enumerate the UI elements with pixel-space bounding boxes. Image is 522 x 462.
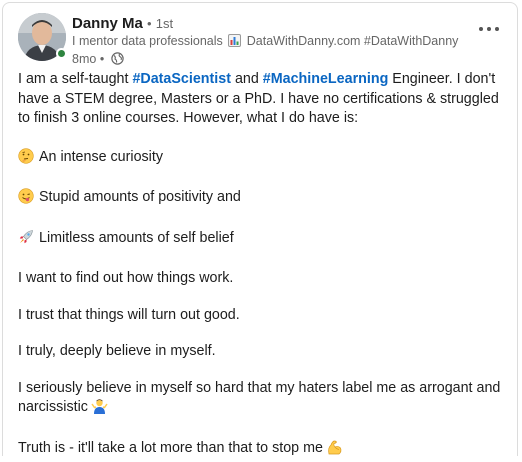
person-shrugging-emoji xyxy=(91,398,108,422)
post-age: 8mo xyxy=(72,52,96,66)
list-item-text-3: Limitless amounts of self belief xyxy=(39,230,234,246)
more-options-button[interactable] xyxy=(477,23,501,37)
paragraph-2: I trust that things will turn out good. xyxy=(18,306,510,326)
intro-text-1: I am a self-taught xyxy=(18,71,132,87)
headline-text-end: DataWithDanny.com #DataWithDanny xyxy=(247,34,459,48)
paragraph-1: I want to find out how things work. xyxy=(18,269,510,289)
connection-degree: 1st xyxy=(156,16,173,31)
headline-text-start: I mentor data professionals xyxy=(72,34,223,48)
bar-chart-icon xyxy=(228,34,241,51)
list-item-text-1: An intense curiosity xyxy=(39,149,163,165)
author-name-row: Danny Ma • 1st xyxy=(72,15,458,33)
thinking-face-emoji xyxy=(18,148,34,171)
author-headline: I mentor data professionals DataWithDann… xyxy=(72,33,458,51)
author-meta: Danny Ma • 1st I mentor data professiona… xyxy=(72,15,458,69)
name-separator: • xyxy=(147,16,152,31)
online-status-indicator xyxy=(56,48,67,59)
flexed-biceps-emoji xyxy=(326,439,343,462)
list-item-positivity: Stupid amounts of positivity and xyxy=(18,188,510,211)
intro-text-2: and xyxy=(231,71,263,87)
list-item-self-belief: Limitless amounts of self belief xyxy=(18,229,510,252)
hashtag-datascientist[interactable]: #DataScientist xyxy=(132,71,231,87)
globe-icon xyxy=(111,52,124,69)
paragraph-5: Truth is - it'll take a lot more than th… xyxy=(18,439,510,462)
author-name[interactable]: Danny Ma xyxy=(72,15,143,32)
post-body: I am a self-taught #DataScientist and #M… xyxy=(18,70,510,462)
post-card: Danny Ma • 1st I mentor data professiona… xyxy=(2,2,518,456)
author-avatar[interactable] xyxy=(18,13,66,61)
post-header: Danny Ma • 1st I mentor data professiona… xyxy=(18,13,517,65)
hashtag-machinelearning[interactable]: #MachineLearning xyxy=(263,71,389,87)
paragraph-5-text: Truth is - it'll take a lot more than th… xyxy=(18,440,323,456)
time-separator: • xyxy=(100,52,104,66)
paragraph-4: I seriously believe in myself so hard th… xyxy=(18,379,510,422)
paragraph-3: I truly, deeply believe in myself. xyxy=(18,342,510,362)
winking-tongue-face-emoji xyxy=(18,188,34,211)
rocket-emoji xyxy=(18,229,34,252)
list-item-text-2: Stupid amounts of positivity and xyxy=(39,189,241,205)
post-intro: I am a self-taught #DataScientist and #M… xyxy=(18,70,510,129)
post-timestamp-row: 8mo • xyxy=(72,51,458,69)
list-item-curiosity: An intense curiosity xyxy=(18,148,510,171)
